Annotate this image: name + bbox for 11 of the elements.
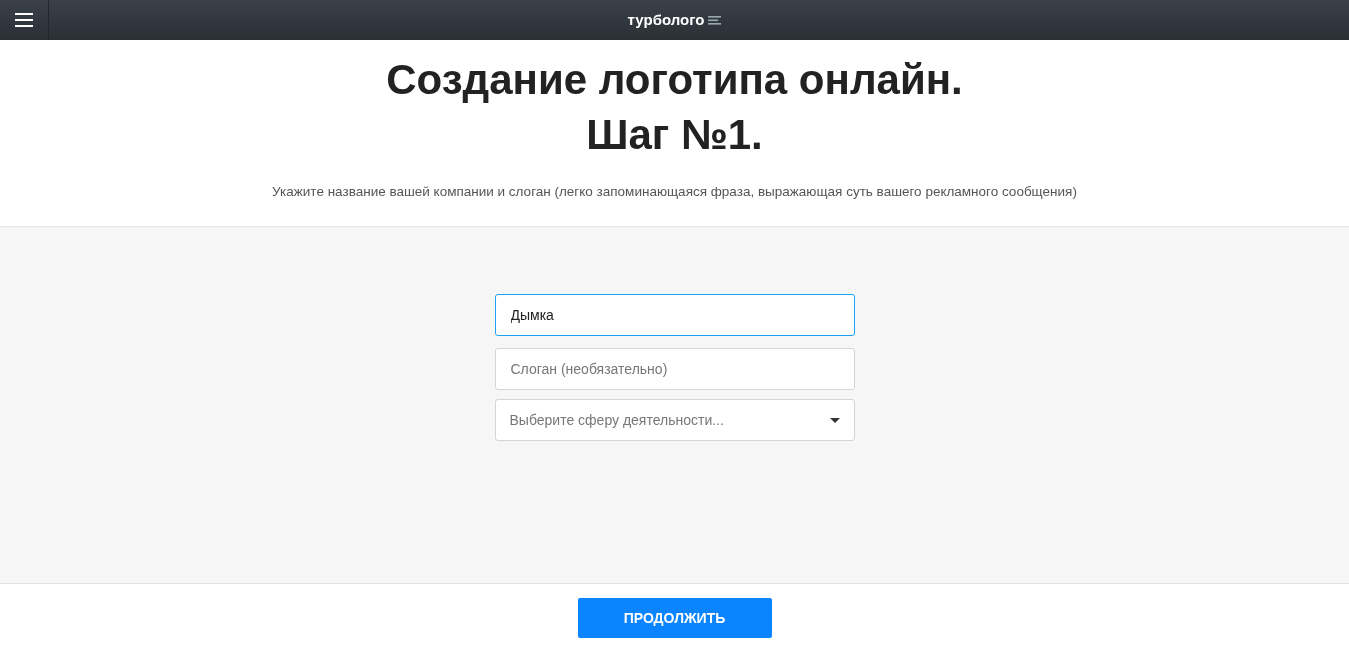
input-field[interactable]: Слоган (необязательно) [494, 348, 855, 390]
lines-icon [708, 15, 722, 25]
page-title: Создание логотипа онлайн. [385, 55, 964, 105]
menu-icon [15, 13, 33, 27]
page-title: Шаг №1. [585, 110, 764, 160]
select-dropdown[interactable]: Выберите сферу деятельности... [494, 399, 855, 441]
continue-button[interactable]: ПРОДОЛЖИТЬ [577, 598, 772, 638]
input-field[interactable]: Дымка [494, 294, 855, 336]
caret-icon [829, 417, 840, 423]
logo-text[interactable]: турболого [627, 8, 705, 32]
subtitle: Укажите название вашей компании и слоган (легко запоминающаяся фраза, выражающая суть вашего рекламного сообщения) [271, 183, 1078, 201]
